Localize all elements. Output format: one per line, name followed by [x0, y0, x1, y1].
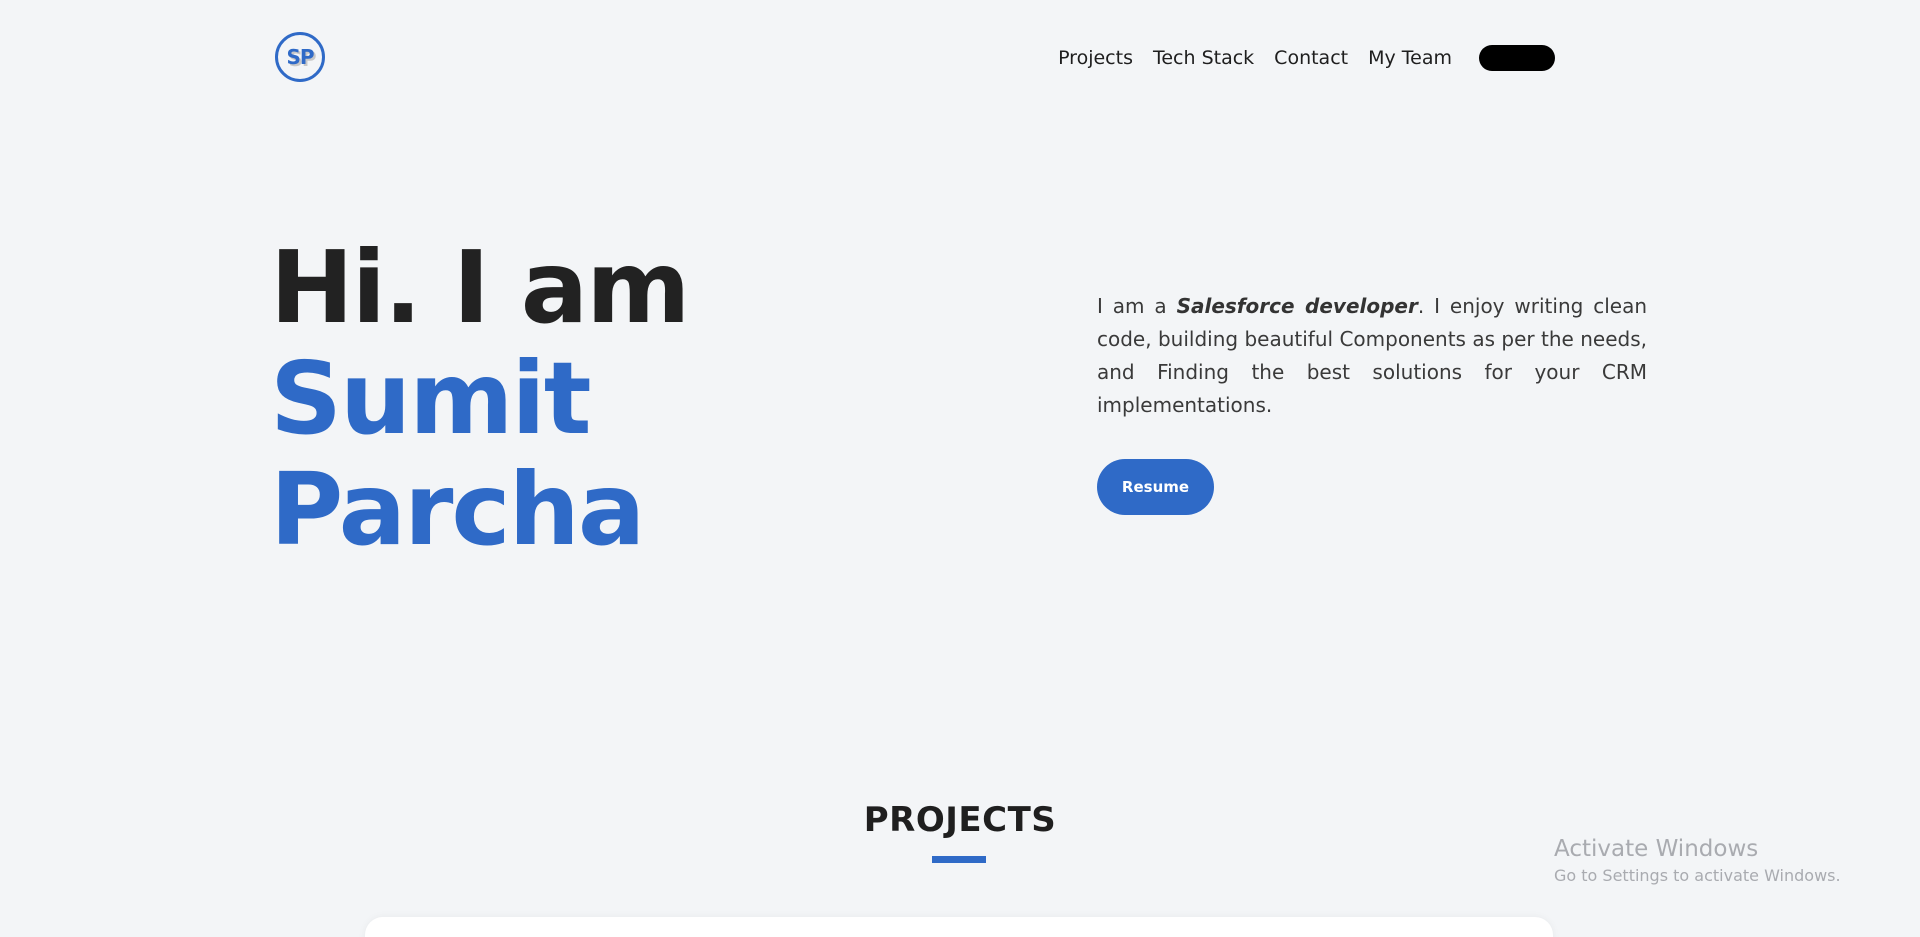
- logo-text: SP: [286, 45, 314, 69]
- hero-first-name: Sumit: [270, 340, 592, 457]
- hero-greeting: Hi. I am: [270, 229, 690, 346]
- page: SP Projects Tech Stack Contact My Team H…: [0, 0, 1920, 937]
- main-nav: Projects Tech Stack Contact My Team: [1058, 44, 1555, 72]
- about-role: Salesforce developer: [1176, 294, 1418, 318]
- nav-link-my-team[interactable]: My Team: [1368, 44, 1452, 72]
- logo[interactable]: SP: [275, 32, 325, 82]
- resume-button[interactable]: Resume: [1097, 459, 1214, 515]
- about-text: I am a Salesforce developer. I enjoy wri…: [1097, 290, 1647, 422]
- theme-toggle[interactable]: [1479, 45, 1555, 71]
- projects-underline: [932, 856, 986, 863]
- windows-activation-watermark: Activate Windows Go to Settings to activ…: [1554, 834, 1841, 888]
- nav-link-projects[interactable]: Projects: [1058, 44, 1133, 72]
- nav-link-contact[interactable]: Contact: [1274, 44, 1348, 72]
- nav-link-tech-stack[interactable]: Tech Stack: [1153, 44, 1254, 72]
- project-card: [365, 917, 1553, 937]
- hero-title: Hi. I am Sumit Parcha: [270, 229, 690, 568]
- watermark-subtitle: Go to Settings to activate Windows.: [1554, 866, 1841, 885]
- about-prefix: I am a: [1097, 294, 1177, 318]
- watermark-title: Activate Windows: [1554, 836, 1759, 862]
- hero-last-name: Parcha: [270, 451, 645, 568]
